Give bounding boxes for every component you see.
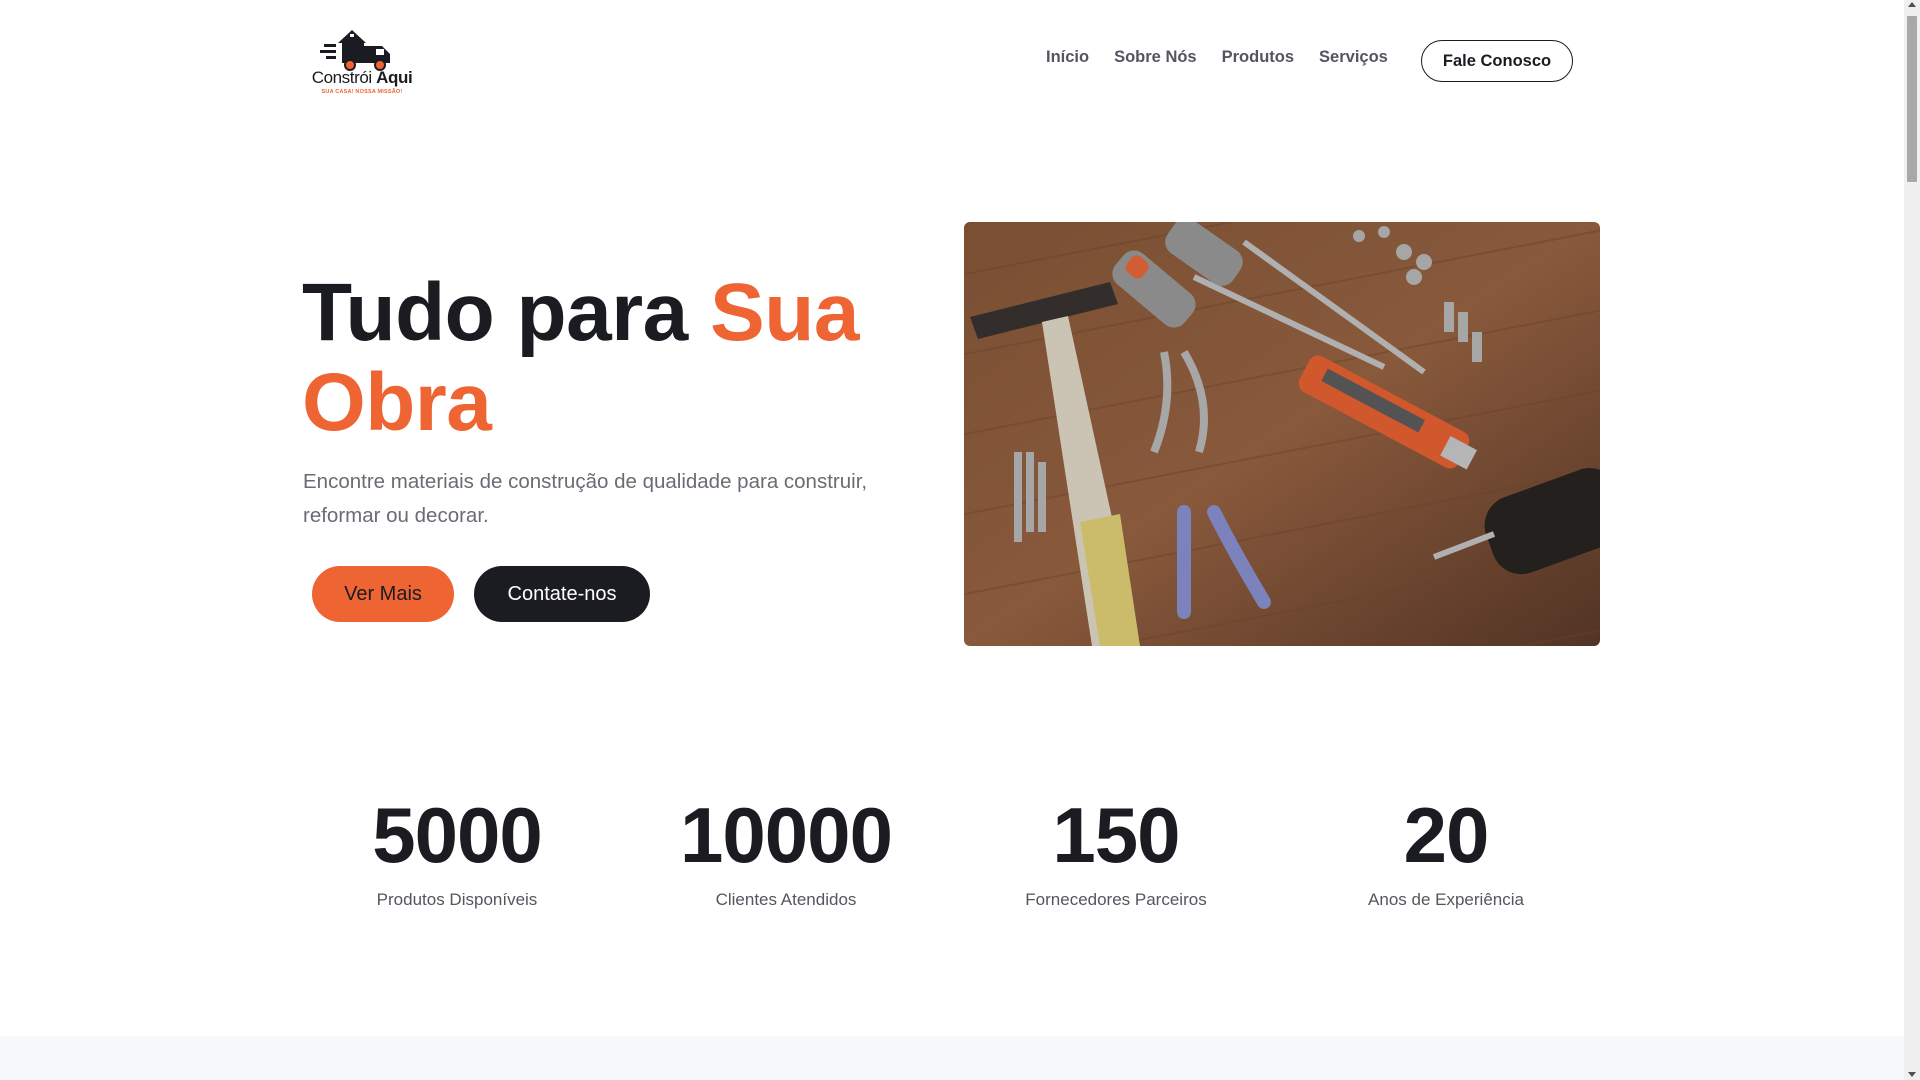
stat-value: 5000	[372, 791, 543, 879]
stat-label: Produtos Disponíveis	[376, 890, 538, 909]
stat-value: 20	[1403, 791, 1490, 879]
landing-page: Constrói Aqui SUA CASA! NOSSA MISSÃO! In…	[0, 0, 1904, 1080]
scroll-up-icon[interactable]	[1908, 2, 1916, 7]
contact-us-button[interactable]: Fale Conosco	[1421, 40, 1573, 82]
stat-years: 20 Anos de Experiência	[1281, 790, 1611, 910]
nav-item-sobre-nos[interactable]: Sobre Nós	[1114, 48, 1197, 67]
brand-logo[interactable]: Constrói Aqui SUA CASA! NOSSA MISSÃO!	[304, 22, 420, 106]
brand-tagline: SUA CASA! NOSSA MISSÃO!	[321, 89, 403, 95]
hero-title: Tudo para Sua Obra	[302, 268, 902, 448]
see-more-button[interactable]: Ver Mais	[312, 566, 454, 622]
scroll-down-icon[interactable]	[1908, 1072, 1916, 1077]
tools-on-wood-photo	[964, 222, 1600, 646]
tools-illustration	[964, 222, 1600, 646]
main-nav: Início Sobre Nós Produtos Serviços	[1046, 48, 1413, 67]
hero-title-dark: Tudo para	[302, 267, 711, 358]
stat-label: Anos de Experiência	[1368, 890, 1524, 909]
stat-value: 10000	[680, 791, 893, 879]
house-truck-icon	[320, 30, 390, 71]
stat-products: 5000 Produtos Disponíveis	[292, 790, 622, 910]
stat-clients: 10000 Clientes Atendidos	[621, 790, 951, 910]
brand-name-part2: Aqui	[376, 68, 413, 87]
scroll-thumb[interactable]	[1907, 16, 1917, 182]
stat-value: 150	[1052, 791, 1180, 879]
contact-button[interactable]: Contate-nos	[474, 566, 650, 622]
next-section-band	[0, 1036, 1904, 1080]
nav-item-inicio[interactable]: Início	[1046, 48, 1089, 67]
stat-label: Fornecedores Parceiros	[1025, 890, 1207, 909]
stat-suppliers: 150 Fornecedores Parceiros	[951, 790, 1281, 910]
page-scrollbar[interactable]	[1904, 0, 1920, 1080]
nav-item-servicos[interactable]: Serviços	[1319, 48, 1388, 67]
stat-label: Clientes Atendidos	[715, 890, 857, 909]
hero-subtitle: Encontre materiais de construção de qual…	[303, 470, 868, 527]
nav-item-produtos[interactable]: Produtos	[1222, 48, 1294, 67]
brand-name: Constrói Aqui	[304, 68, 420, 88]
brand-name-part1: Constrói	[311, 68, 373, 87]
